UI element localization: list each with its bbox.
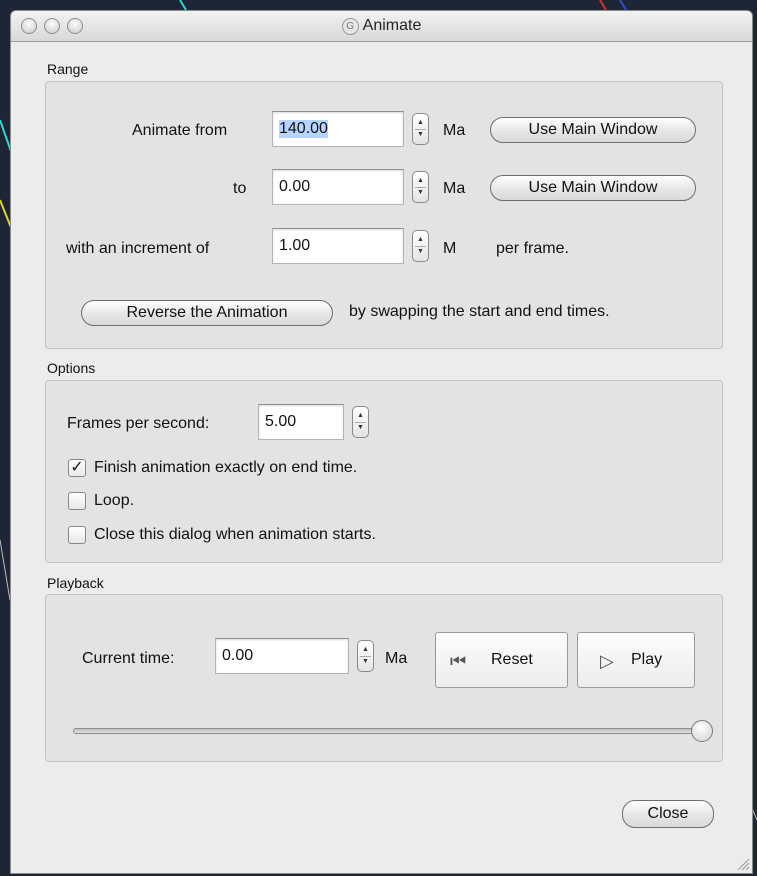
reset-button[interactable]: ⏮ Reset bbox=[435, 632, 568, 688]
fps-stepper[interactable]: ▲ ▼ bbox=[352, 406, 369, 438]
stepper-down-icon[interactable]: ▼ bbox=[358, 657, 373, 667]
range-group: Animate from 140.00 ▲ ▼ Ma Use Main Windo… bbox=[45, 81, 723, 349]
stepper-up-icon[interactable]: ▲ bbox=[413, 176, 428, 186]
increment-stepper[interactable]: ▲ ▼ bbox=[412, 230, 429, 262]
close-button[interactable]: Close bbox=[622, 800, 714, 828]
current-time-value: 0.00 bbox=[222, 647, 254, 664]
animate-from-label: Animate from bbox=[132, 122, 228, 139]
fps-label: Frames per second: bbox=[67, 415, 210, 432]
rewind-to-start-icon: ⏮ bbox=[450, 651, 467, 671]
reset-button-label: Reset bbox=[491, 651, 533, 668]
fps-field[interactable]: 5.00 bbox=[258, 404, 344, 440]
animate-from-stepper[interactable]: ▲ ▼ bbox=[412, 113, 429, 145]
stepper-down-icon[interactable]: ▼ bbox=[413, 130, 428, 140]
close-on-start-label: Close this dialog when animation starts. bbox=[94, 526, 376, 543]
loop-label: Loop. bbox=[94, 492, 135, 509]
reverse-animation-button[interactable]: Reverse the Animation bbox=[81, 300, 333, 326]
to-field[interactable]: 0.00 bbox=[272, 169, 404, 205]
increment-field[interactable]: 1.00 bbox=[272, 228, 404, 264]
play-icon: ▷ bbox=[600, 651, 614, 671]
to-unit: Ma bbox=[443, 180, 466, 197]
use-main-window-to-button[interactable]: Use Main Window bbox=[490, 175, 696, 201]
animate-from-unit: Ma bbox=[443, 122, 466, 139]
play-button-label: Play bbox=[631, 651, 663, 668]
increment-label: with an increment of bbox=[66, 240, 210, 257]
options-group-label: Options bbox=[47, 360, 96, 376]
to-value: 0.00 bbox=[279, 178, 311, 195]
stepper-up-icon[interactable]: ▲ bbox=[353, 411, 368, 421]
play-button[interactable]: ▷ Play bbox=[577, 632, 695, 688]
finish-on-end-label: Finish animation exactly on end time. bbox=[94, 459, 358, 476]
title-bar: G Animate bbox=[11, 11, 752, 42]
app-icon: G bbox=[341, 18, 359, 35]
time-slider-knob[interactable] bbox=[691, 720, 713, 742]
loop-checkbox[interactable] bbox=[68, 492, 86, 510]
stepper-down-icon[interactable]: ▼ bbox=[413, 247, 428, 257]
fps-value: 5.00 bbox=[265, 413, 297, 430]
window-title: G Animate bbox=[11, 17, 752, 35]
window-title-text: Animate bbox=[362, 17, 422, 34]
reverse-description: by swapping the start and end times. bbox=[349, 303, 610, 320]
range-group-label: Range bbox=[47, 61, 89, 77]
current-time-unit: Ma bbox=[385, 650, 408, 667]
to-label: to bbox=[233, 180, 247, 197]
current-time-label: Current time: bbox=[82, 650, 175, 667]
stepper-up-icon[interactable]: ▲ bbox=[413, 235, 428, 245]
increment-unit: M bbox=[443, 240, 457, 257]
to-stepper[interactable]: ▲ ▼ bbox=[412, 171, 429, 203]
resize-grip-icon[interactable] bbox=[736, 857, 750, 871]
current-time-stepper[interactable]: ▲ ▼ bbox=[357, 640, 374, 672]
finish-on-end-checkbox[interactable]: ✓ bbox=[68, 459, 86, 477]
increment-suffix: per frame. bbox=[496, 240, 569, 257]
current-time-field[interactable]: 0.00 bbox=[215, 638, 349, 674]
use-main-window-from-button[interactable]: Use Main Window bbox=[490, 117, 696, 143]
stepper-up-icon[interactable]: ▲ bbox=[358, 645, 373, 655]
options-group: Frames per second: 5.00 ▲ ▼ ✓ Finish anim… bbox=[45, 380, 723, 563]
animate-from-field[interactable]: 140.00 bbox=[272, 111, 404, 147]
stepper-up-icon[interactable]: ▲ bbox=[413, 118, 428, 128]
close-on-start-checkbox[interactable] bbox=[68, 526, 86, 544]
time-slider-track[interactable] bbox=[73, 728, 699, 734]
animate-dialog: G Animate Range Animate from 140.00 ▲ ▼ Ma… bbox=[10, 10, 753, 874]
stepper-down-icon[interactable]: ▼ bbox=[353, 423, 368, 433]
playback-group: Current time: 0.00 ▲ ▼ Ma ⏮ Reset ▷ Play bbox=[45, 594, 723, 762]
stepper-down-icon[interactable]: ▼ bbox=[413, 188, 428, 198]
animate-from-value: 140.00 bbox=[279, 120, 328, 138]
increment-value: 1.00 bbox=[279, 237, 311, 254]
playback-group-label: Playback bbox=[47, 575, 104, 591]
